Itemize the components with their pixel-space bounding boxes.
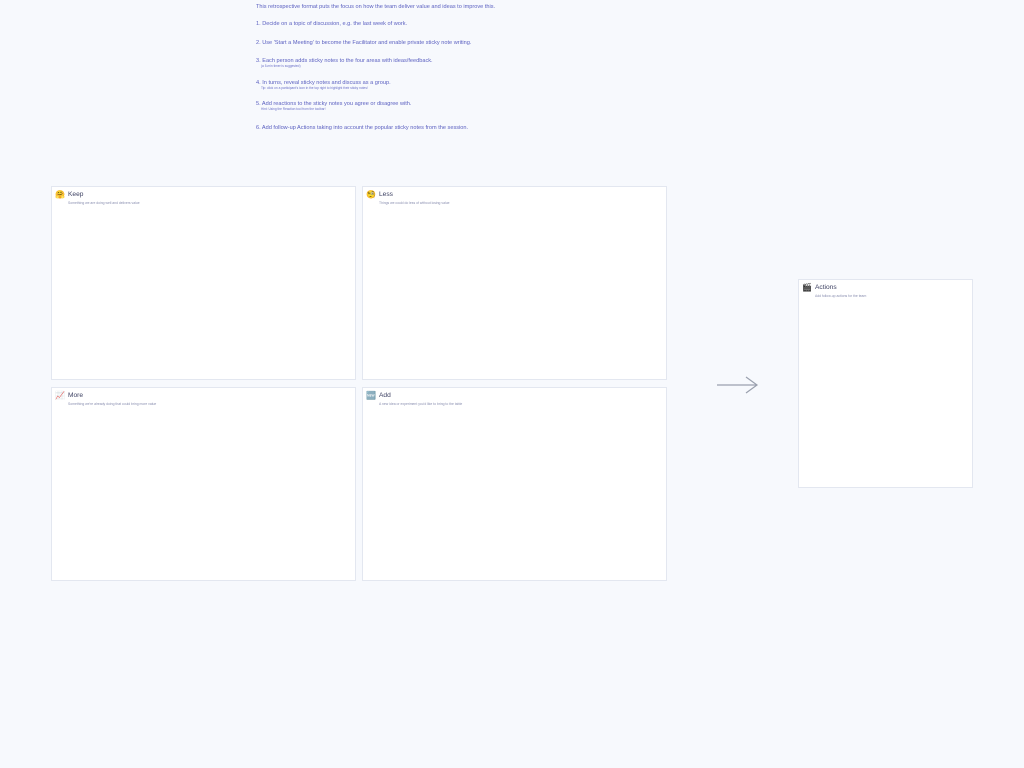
card-title: Actions: [815, 284, 837, 291]
card-header: 🎬 Actions: [802, 283, 837, 292]
card-header: 🆕 Add: [366, 391, 391, 400]
chart-increasing-icon: 📈: [55, 391, 65, 400]
card-title: Keep: [68, 191, 84, 198]
card-title: Add: [379, 392, 391, 399]
arrow-right-icon[interactable]: [716, 376, 760, 394]
hugging-face-icon: 🤗: [55, 190, 65, 199]
card-description: Add follow-up actions for the team: [815, 294, 867, 298]
card-description: Things we could do less of without losin…: [379, 201, 450, 205]
instruction-step-6: 6. Add follow-up Actions taking into acc…: [256, 125, 468, 132]
less-card[interactable]: 🧐 Less Things we could do less of withou…: [362, 186, 667, 380]
step-text: 2. Use 'Start a Meeting' to become the F…: [256, 40, 472, 46]
card-description: Something we're already doing that could…: [68, 402, 157, 406]
clapper-board-icon: 🎬: [802, 283, 812, 292]
actions-card[interactable]: 🎬 Actions Add follow-up actions for the …: [798, 279, 973, 488]
new-button-icon: 🆕: [366, 391, 376, 400]
step-hint: Hint: Using the Reaction tool from the t…: [261, 106, 326, 111]
add-card[interactable]: 🆕 Add A new idea or experiment you'd lik…: [362, 387, 667, 581]
card-description: A new idea or experiment you'd like to b…: [379, 402, 463, 406]
step-hint: (a 5-min timer is suggested): [261, 63, 301, 68]
instructions-intro: This retrospective format puts the focus…: [256, 4, 496, 10]
card-title: More: [68, 392, 84, 399]
card-header: 📈 More: [55, 391, 83, 400]
card-description: Something we are doing well and delivers…: [68, 201, 140, 205]
card-header: 🧐 Less: [366, 190, 393, 199]
card-title: Less: [379, 191, 393, 198]
step-text: 1. Decide on a topic of discussion, e.g.…: [256, 21, 408, 27]
keep-card[interactable]: 🤗 Keep Something we are doing well and d…: [51, 186, 356, 380]
step-hint: Tip: click on a participant's icon in th…: [261, 85, 368, 90]
instruction-step-1: 1. Decide on a topic of discussion, e.g.…: [256, 21, 407, 28]
whiteboard-canvas[interactable]: This retrospective format puts the focus…: [0, 0, 1024, 768]
instruction-step-5: 5. Add reactions to the sticky notes you…: [256, 101, 411, 112]
step-text: 6. Add follow-up Actions taking into acc…: [256, 125, 469, 131]
instruction-step-4: 4. In turns, reveal sticky notes and dis…: [256, 80, 391, 91]
card-header: 🤗 Keep: [55, 190, 83, 199]
instruction-step-3: 3. Each person adds sticky notes to the …: [256, 58, 433, 69]
thinking-face-icon: 🧐: [366, 190, 376, 199]
instruction-step-2: 2. Use 'Start a Meeting' to become the F…: [256, 40, 471, 47]
more-card[interactable]: 📈 More Something we're already doing tha…: [51, 387, 356, 581]
